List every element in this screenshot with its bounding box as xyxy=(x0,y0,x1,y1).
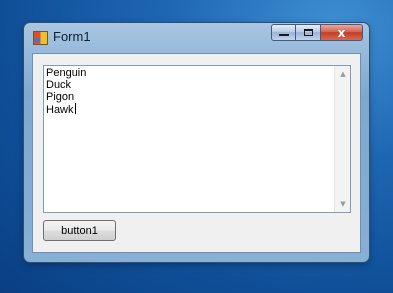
textbox-line: Pigon xyxy=(46,91,75,103)
form1-window: Form1 x Penguin Duck Pigon Hawk ▲ ▼ butt… xyxy=(24,23,369,262)
multiline-textbox[interactable]: Penguin Duck Pigon Hawk ▲ ▼ xyxy=(43,65,351,213)
scroll-up-arrow-icon[interactable]: ▲ xyxy=(335,66,351,82)
button1[interactable]: button1 xyxy=(43,220,116,241)
textbox-line-last: Hawk xyxy=(46,103,332,116)
window-controls: x xyxy=(271,24,363,42)
textbox-line: Penguin xyxy=(46,67,87,79)
textbox-content[interactable]: Penguin Duck Pigon Hawk xyxy=(46,67,332,116)
close-button[interactable]: x xyxy=(321,24,363,41)
textbox-line-text: Hawk xyxy=(46,104,74,116)
close-icon: x xyxy=(337,25,346,40)
minimize-icon xyxy=(278,34,289,36)
maximize-button[interactable] xyxy=(296,24,321,41)
textbox-line: Duck xyxy=(46,79,72,91)
minimize-button[interactable] xyxy=(271,24,296,41)
form-client-area: Penguin Duck Pigon Hawk ▲ ▼ button1 xyxy=(32,53,361,253)
app-icon[interactable] xyxy=(33,31,48,45)
title-bar[interactable]: Form1 x xyxy=(24,23,369,51)
vertical-scrollbar[interactable]: ▲ ▼ xyxy=(334,66,350,212)
window-title: Form1 xyxy=(53,29,91,44)
text-caret xyxy=(74,103,76,114)
scroll-down-arrow-icon[interactable]: ▼ xyxy=(335,196,351,212)
maximize-icon xyxy=(303,29,313,36)
